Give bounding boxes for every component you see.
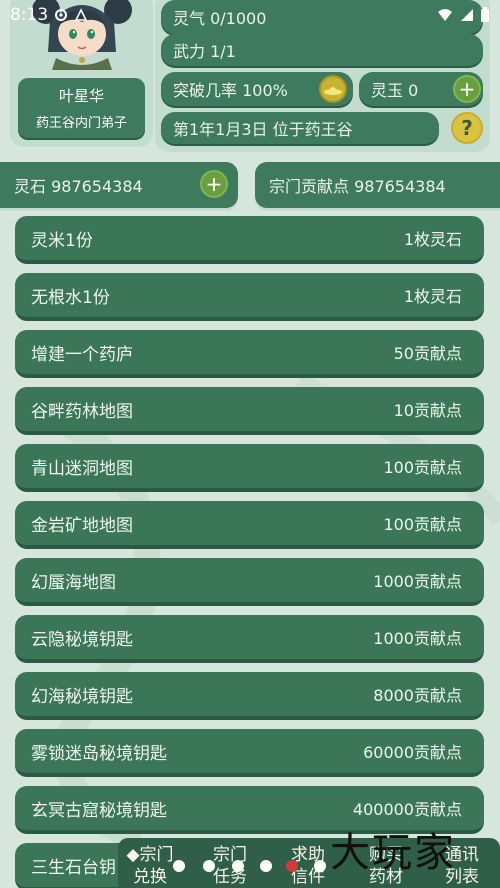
shop-item[interactable]: 云隐秘境钥匙 1000贡献点 — [15, 615, 484, 663]
shop-item[interactable]: 谷畔药林地图 10贡献点 — [15, 387, 484, 435]
nav-sect-exchange[interactable]: ◆宗门 兑换 — [122, 844, 178, 888]
shop-item-price: 1000贡献点 — [373, 572, 462, 591]
shop-item-name: 玄冥古窟秘境钥匙 — [31, 800, 167, 821]
notification-icon — [74, 8, 88, 21]
shop-item-name: 谷畔药林地图 — [31, 401, 133, 422]
spirit-stone-label: 灵石 987654384 — [14, 177, 143, 196]
shop-item-name: 幻海秘境钥匙 — [31, 686, 133, 707]
shop-item-name: 三生石台钥 — [31, 857, 116, 878]
wifi-icon — [438, 9, 452, 21]
help-icon: ? — [461, 116, 473, 140]
martial-power-stat: 武力 1/1 — [161, 34, 483, 66]
add-spirit-jade-button[interactable]: + — [453, 75, 481, 103]
shop-item-price: 50贡献点 — [393, 344, 462, 363]
shop-item-price: 10贡献点 — [393, 401, 462, 420]
plus-icon: + — [458, 77, 476, 101]
shop-item-name: 青山迷洞地图 — [31, 458, 133, 479]
shop-item-name: 幻蜃海地图 — [31, 572, 116, 593]
shop-item[interactable]: 灵米1份 1枚灵石 — [15, 216, 484, 264]
shop-item[interactable]: 增建一个药庐 50贡献点 — [15, 330, 484, 378]
page-indicator-dot — [314, 860, 326, 872]
player-name: 叶星华 — [58, 87, 104, 105]
cell-signal-icon — [461, 9, 473, 21]
shop-item[interactable]: 金岩矿地地图 100贡献点 — [15, 501, 484, 549]
hat-icon — [324, 87, 342, 95]
shop-item[interactable]: 青山迷洞地图 100贡献点 — [15, 444, 484, 492]
spirit-jade-label: 灵玉 0 — [371, 81, 419, 100]
breakthrough-label: 突破几率 100% — [173, 81, 288, 100]
add-spirit-stone-button[interactable]: + — [200, 170, 228, 198]
name-plate[interactable]: 叶星华 药王谷内门弟子 — [18, 78, 145, 138]
status-bar: 8:13 — [0, 0, 500, 30]
page-indicator-dot — [173, 860, 185, 872]
shop-item-price: 100贡献点 — [383, 458, 462, 477]
page-indicator-dot — [203, 860, 215, 872]
page-indicator-dot — [232, 860, 244, 872]
page-indicator-dot-active — [286, 860, 298, 872]
shop-item-name: 云隐秘境钥匙 — [31, 629, 133, 650]
shop-item-price: 400000贡献点 — [352, 800, 462, 819]
watermark-logo: 大玩家 — [330, 830, 456, 876]
battery-icon — [481, 7, 489, 22]
spirit-stone-bar: 灵石 987654384 + — [0, 162, 238, 208]
page-indicator-dot — [260, 860, 272, 872]
shop-item-name: 增建一个药庐 — [31, 344, 133, 365]
shop-item-price: 8000贡献点 — [373, 686, 462, 705]
nav-label-line2: 兑换 — [133, 867, 167, 887]
date-location-bar: 第1年1月3日 位于药王谷 — [161, 112, 439, 144]
shop-item-name: 无根水1份 — [31, 287, 110, 308]
gear-icon — [55, 9, 68, 21]
shop-item-price: 1枚灵石 — [403, 287, 462, 306]
help-button[interactable]: ? — [451, 112, 483, 144]
date-location-label: 第1年1月3日 位于药王谷 — [173, 120, 353, 139]
shop-item-price: 1枚灵石 — [403, 230, 462, 249]
shop-item-name: 灵米1份 — [31, 230, 93, 251]
martial-power-label: 武力 1/1 — [173, 42, 236, 61]
shop-item-name: 雾锁迷岛秘境钥匙 — [31, 743, 167, 764]
player-title: 药王谷内门弟子 — [35, 116, 127, 131]
hat-button[interactable] — [319, 75, 347, 103]
status-time: 8:13 — [10, 5, 49, 25]
contribution-label: 宗门贡献点 987654384 — [269, 177, 446, 196]
nav-label-line1: ◆宗门 — [126, 845, 174, 865]
shop-item-price: 1000贡献点 — [373, 629, 462, 648]
shop-item[interactable]: 幻海秘境钥匙 8000贡献点 — [15, 672, 484, 720]
shop-item[interactable]: 无根水1份 1枚灵石 — [15, 273, 484, 321]
shop-item-name: 金岩矿地地图 — [31, 515, 133, 536]
shop-item-price: 100贡献点 — [383, 515, 462, 534]
plus-icon: + — [205, 172, 223, 196]
shop-item-price: 60000贡献点 — [363, 743, 462, 762]
shop-item[interactable]: 幻蜃海地图 1000贡献点 — [15, 558, 484, 606]
shop-item[interactable]: 雾锁迷岛秘境钥匙 60000贡献点 — [15, 729, 484, 777]
contribution-bar: 宗门贡献点 987654384 — [255, 162, 500, 208]
